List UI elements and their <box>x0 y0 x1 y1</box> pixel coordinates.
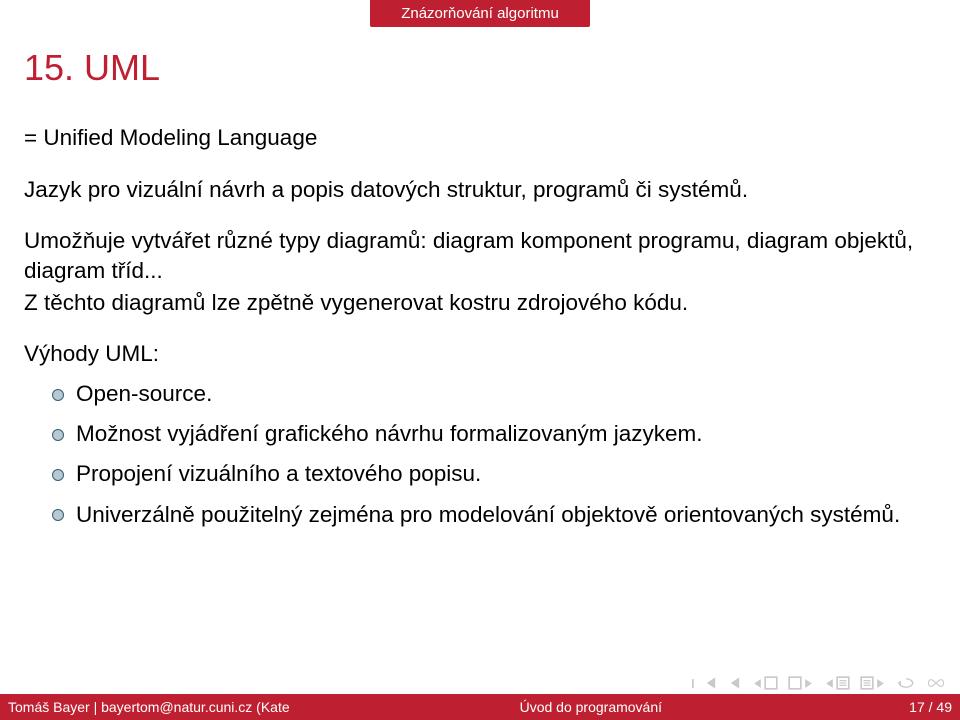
paragraph-description: Jazyk pro vizuální návrh a popis datovýc… <box>24 175 936 205</box>
doc-icon <box>836 676 850 690</box>
section-header: Znázorňování algoritmu <box>370 0 590 27</box>
advantages-heading: Výhody UML: <box>24 339 936 369</box>
nav-back-icon <box>896 676 916 690</box>
slide-title: 15. UML <box>24 47 936 89</box>
list-item-label: Open-source. <box>76 381 212 406</box>
nav-controls <box>692 676 946 690</box>
nav-next-section-group[interactable] <box>788 676 814 690</box>
list-item: Univerzálně použitelný zejména pro model… <box>52 500 936 530</box>
chevron-right-icon <box>875 678 886 689</box>
nav-loop-icon <box>926 676 946 690</box>
paragraph-diagrams: Umožňuje vytvářet různé typy diagramů: d… <box>24 226 936 285</box>
nav-prev-slide-group[interactable] <box>824 676 850 690</box>
doc-icon <box>860 676 874 690</box>
footer: Tomáš Bayer | bayertom@natur.cuni.cz (Ka… <box>0 694 960 720</box>
nav-first-group[interactable] <box>692 676 718 690</box>
list-item-label: Možnost vyjádření grafického návrhu form… <box>76 421 703 446</box>
footer-title: Úvod do programování <box>290 699 892 715</box>
nav-first-bar-icon <box>692 678 703 689</box>
advantages-list: Open-source. Možnost vyjádření grafickéh… <box>52 379 936 530</box>
nav-prev-group[interactable] <box>728 676 742 690</box>
nav-back-group[interactable] <box>896 676 916 690</box>
slide-content: 15. UML = Unified Modeling Language Jazy… <box>0 27 960 694</box>
chevron-right-icon <box>803 678 814 689</box>
nav-prev-section-group[interactable] <box>752 676 778 690</box>
nav-prev-icon <box>728 676 742 690</box>
chevron-left-icon <box>824 678 835 689</box>
list-item: Propojení vizuálního a textového popisu. <box>52 459 936 489</box>
slide: Znázorňování algoritmu 15. UML = Unified… <box>0 0 960 720</box>
list-item-label: Univerzálně použitelný zejména pro model… <box>76 502 900 527</box>
footer-author: Tomáš Bayer | bayertom@natur.cuni.cz (Ka… <box>8 699 290 715</box>
chevron-left-icon <box>752 678 763 689</box>
nav-search-group[interactable] <box>926 676 946 690</box>
frame-icon <box>764 676 778 690</box>
footer-page: 17 / 49 <box>892 699 952 715</box>
nav-first-icon <box>704 676 718 690</box>
list-item-label: Propojení vizuálního a textového popisu. <box>76 461 481 486</box>
list-item: Open-source. <box>52 379 936 409</box>
section-header-label: Znázorňování algoritmu <box>401 5 559 22</box>
frame-icon <box>788 676 802 690</box>
nav-next-slide-group[interactable] <box>860 676 886 690</box>
list-item: Možnost vyjádření grafického návrhu form… <box>52 419 936 449</box>
paragraph-definition: = Unified Modeling Language <box>24 123 936 153</box>
paragraph-reverse: Z těchto diagramů lze zpětně vygenerovat… <box>24 288 936 318</box>
